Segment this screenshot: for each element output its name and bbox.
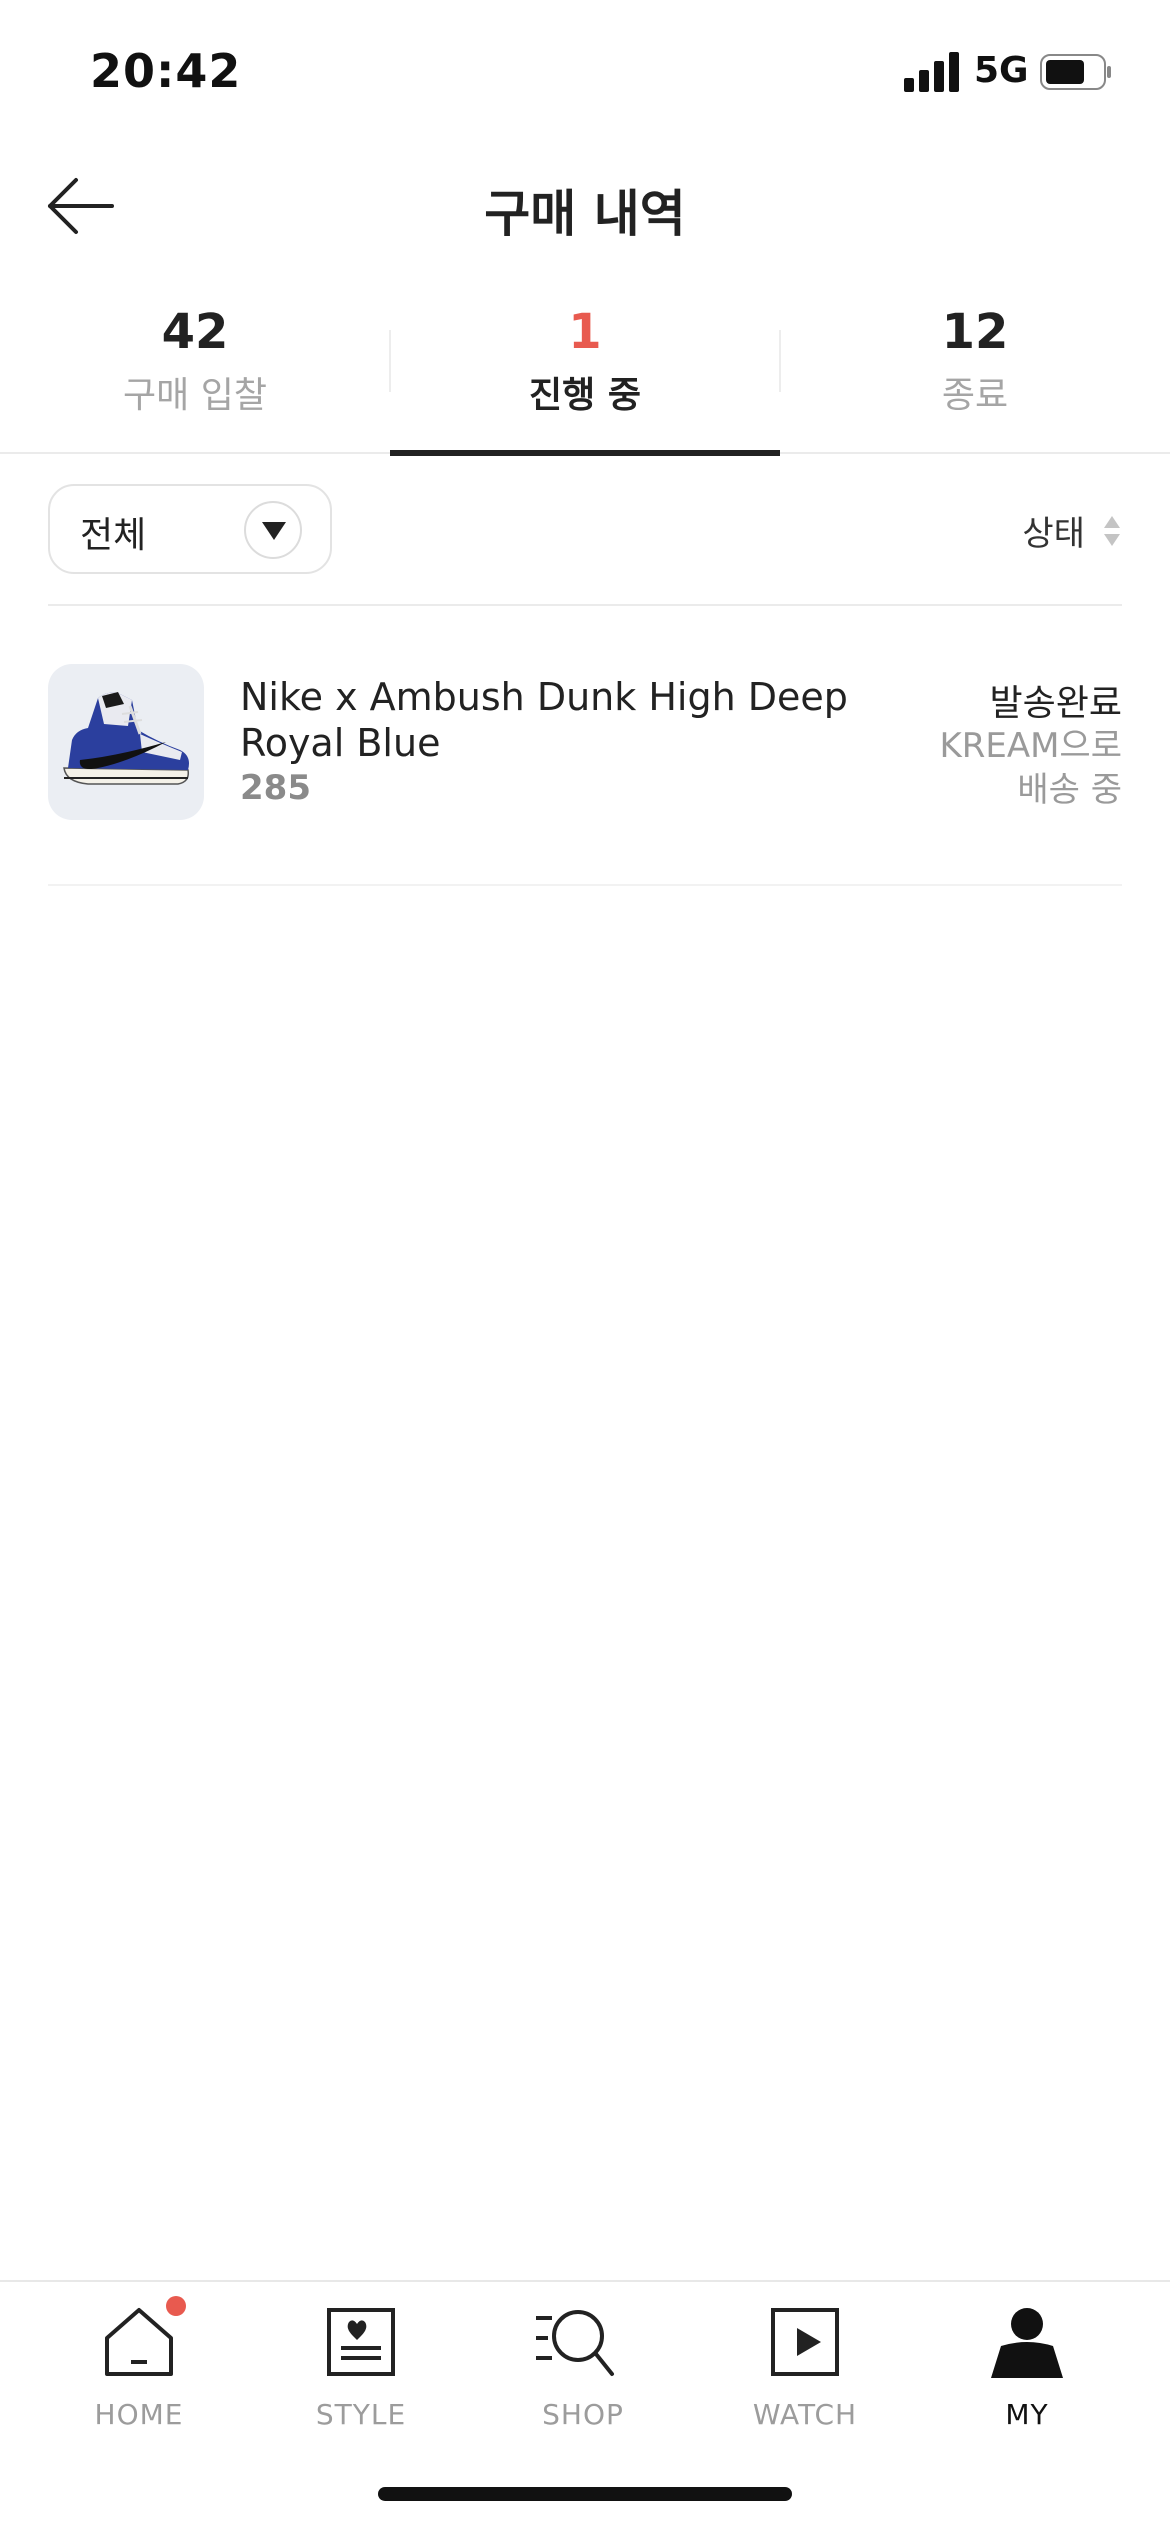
sort-icon <box>1104 515 1120 546</box>
tab-completed[interactable]: 12 종료 <box>780 290 1170 454</box>
notification-dot <box>166 2296 186 2316</box>
sort-button[interactable]: 상태 <box>1022 506 1122 554</box>
list-item[interactable]: Nike x Ambush Dunk High Deep Royal Blue … <box>48 664 1122 824</box>
purchase-history-screen: 20:42 5G 구매 내역 42 구매 입찰 1 진행 중 12 종료 전체 … <box>0 0 1170 2532</box>
status-tabs: 42 구매 입찰 1 진행 중 12 종료 <box>0 290 1170 456</box>
tab-in-progress[interactable]: 1 진행 중 <box>390 290 780 456</box>
tab-count: 42 <box>161 304 229 360</box>
product-size: 285 <box>240 768 311 808</box>
play-icon <box>771 2308 839 2376</box>
nav-label: MY <box>1005 2398 1049 2431</box>
top-header: 구매 내역 <box>0 150 1170 260</box>
divider <box>48 884 1122 886</box>
home-icon <box>105 2308 173 2376</box>
product-name: Nike x Ambush Dunk High Deep Royal Blue <box>240 675 848 765</box>
network-type: 5G <box>974 50 1029 91</box>
style-icon <box>327 2308 395 2376</box>
tab-bidding[interactable]: 42 구매 입찰 <box>0 290 390 454</box>
order-sub-status: KREAM으로 배송 중 <box>939 726 1122 810</box>
tab-label: 진행 중 <box>529 375 641 416</box>
nav-label: HOME <box>94 2398 184 2431</box>
nav-my[interactable]: MY <box>910 2282 1144 2482</box>
filter-bar: 전체 상태 <box>48 484 1122 576</box>
filter-dropdown[interactable]: 전체 <box>48 484 332 574</box>
page-title: 구매 내역 <box>484 185 686 243</box>
nav-label: WATCH <box>752 2398 858 2431</box>
sort-label: 상태 <box>1022 514 1085 554</box>
caret-down-icon <box>244 501 302 559</box>
nav-label: SHOP <box>542 2398 624 2431</box>
battery-icon <box>1040 54 1111 90</box>
product-image <box>48 664 204 820</box>
nav-watch[interactable]: WATCH <box>688 2282 922 2482</box>
tab-count: 1 <box>568 304 602 360</box>
tab-count: 12 <box>941 304 1009 360</box>
nav-label: STYLE <box>315 2398 407 2431</box>
nav-style[interactable]: STYLE <box>244 2282 478 2482</box>
tab-label: 종료 <box>941 375 1009 416</box>
divider <box>48 604 1122 606</box>
status-bar: 20:42 5G <box>0 0 1170 150</box>
signal-icon <box>904 52 959 92</box>
nav-home[interactable]: HOME <box>22 2282 256 2482</box>
tab-label: 구매 입찰 <box>123 375 267 416</box>
order-status: 발송완료 <box>989 683 1122 724</box>
person-icon <box>991 2308 1063 2378</box>
nav-shop[interactable]: SHOP <box>466 2282 700 2482</box>
search-icon <box>536 2310 614 2376</box>
sneaker-icon <box>63 692 190 785</box>
filter-label: 전체 <box>80 515 147 556</box>
status-time: 20:42 <box>90 44 242 98</box>
home-indicator <box>378 2487 792 2501</box>
active-tab-indicator <box>390 450 780 456</box>
